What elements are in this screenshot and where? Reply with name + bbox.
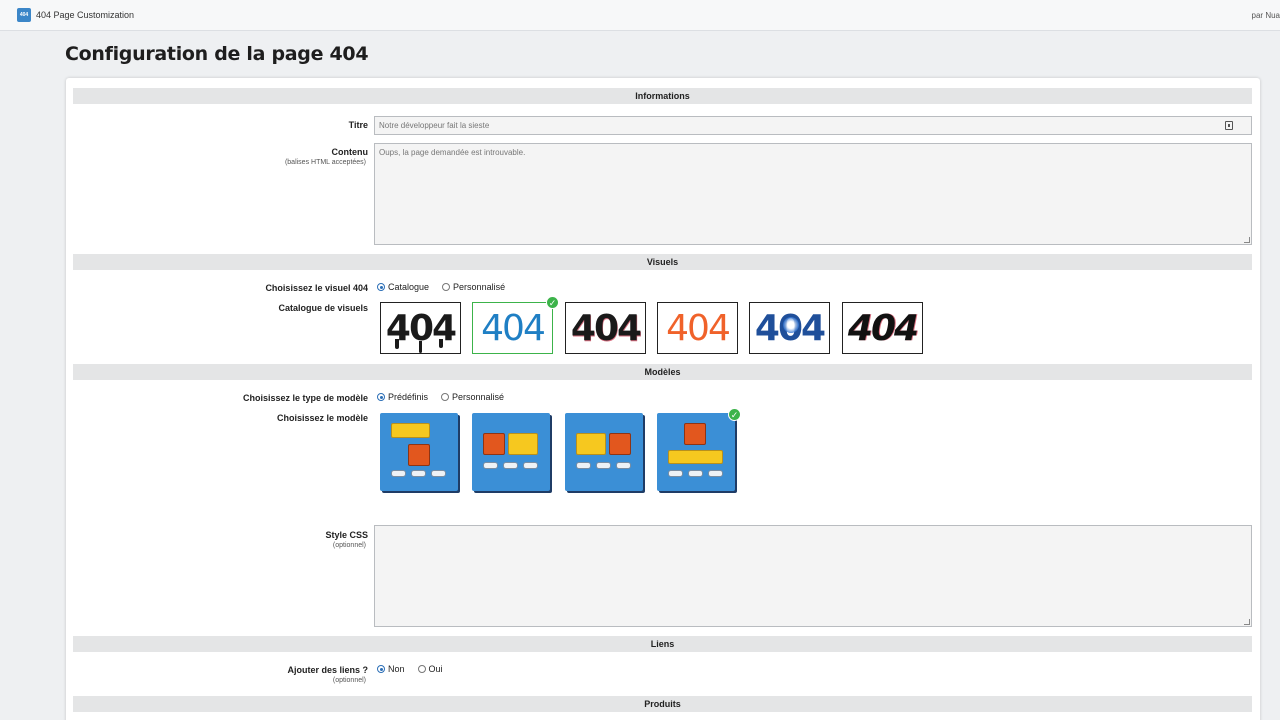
contenu-sublabel: (balises HTML acceptées) — [284, 159, 366, 166]
author-text: par Nua — [1251, 11, 1280, 20]
modele-type-radio-group: Prédéfinis Personnalisé — [377, 392, 504, 402]
liens-sublabel: (optionnel) — [332, 677, 366, 684]
visual-option-6[interactable]: 404 404 — [842, 302, 923, 354]
css-textarea[interactable] — [374, 525, 1252, 627]
model-option-3[interactable] — [565, 413, 645, 493]
visual-option-2[interactable]: 404 — [472, 302, 553, 354]
visual-4-text: 404 — [666, 308, 731, 349]
radio-catalogue-label[interactable]: Catalogue — [388, 282, 429, 292]
radio-predefinis[interactable] — [377, 393, 385, 401]
titre-value: Notre développeur fait la sieste — [379, 121, 490, 130]
visual-6-text: 404 — [847, 308, 919, 349]
app-logo-icon: 404 — [17, 8, 31, 22]
page-title: Configuration de la page 404 — [65, 43, 369, 65]
catalogue-label: Catalogue de visuels — [278, 303, 368, 313]
titre-label: Titre — [348, 120, 368, 130]
app-title: 404 Page Customization — [36, 10, 135, 20]
modele-type-label: Choisissez le type de modèle — [242, 393, 368, 403]
liens-label: Ajouter des liens ? — [287, 665, 368, 675]
section-informations: Informations — [73, 88, 1252, 104]
resize-handle-icon[interactable] — [1244, 237, 1250, 243]
section-visuels: Visuels — [73, 254, 1252, 270]
radio-modele-personnalise[interactable] — [441, 393, 450, 401]
radio-visuel-personnalise[interactable] — [442, 283, 451, 291]
radio-non[interactable] — [377, 665, 385, 673]
visual-option-1[interactable]: 404 — [380, 302, 461, 354]
contenu-label: Contenu — [331, 147, 369, 157]
visual-2-text: 404 — [481, 308, 546, 349]
model-option-4[interactable] — [657, 413, 737, 493]
contenu-value: Oups, la page demandée est introuvable. — [379, 148, 526, 157]
liens-radio-group: Non Oui — [377, 664, 443, 674]
visuel-radio-group: Catalogue Personnalisé — [377, 282, 505, 292]
radio-modele-personnalise-label[interactable]: Personnalisé — [452, 392, 504, 402]
visual-option-5[interactable]: 404 — [749, 302, 830, 354]
selected-model-check-icon: ✓ — [728, 408, 741, 421]
titre-input[interactable]: Notre développeur fait la sieste — [374, 116, 1252, 135]
selected-check-icon: ✓ — [546, 296, 559, 309]
radio-visuel-personnalise-label[interactable]: Personnalisé — [453, 282, 505, 292]
radio-catalogue[interactable] — [377, 283, 385, 291]
model-option-2[interactable] — [472, 413, 552, 493]
visuel-label: Choisissez le visuel 404 — [265, 283, 368, 293]
contenu-textarea[interactable]: Oups, la page demandée est introuvable. — [374, 143, 1252, 245]
resize-handle-icon[interactable] — [1244, 619, 1250, 625]
modele-label: Choisissez le modèle — [276, 413, 368, 423]
section-liens: Liens — [73, 636, 1252, 652]
css-label: Style CSS — [325, 530, 368, 540]
radio-oui-label[interactable]: Oui — [429, 664, 443, 674]
field-autofill-icon[interactable] — [1225, 121, 1233, 130]
model-option-1[interactable] — [380, 413, 460, 493]
radio-oui[interactable] — [417, 665, 426, 673]
top-bar: 404 404 Page Customization par Nua — [0, 0, 1280, 31]
visual-option-3[interactable]: 404 404 — [565, 302, 646, 354]
visual-3-text: 404 — [570, 308, 642, 349]
radio-predefinis-label[interactable]: Prédéfinis — [388, 392, 428, 402]
section-modeles: Modèles — [73, 364, 1252, 380]
css-sublabel: (optionnel) — [332, 542, 366, 549]
visual-option-4[interactable]: 404 — [657, 302, 738, 354]
radio-non-label[interactable]: Non — [388, 664, 405, 674]
section-produits: Produits — [73, 696, 1252, 712]
